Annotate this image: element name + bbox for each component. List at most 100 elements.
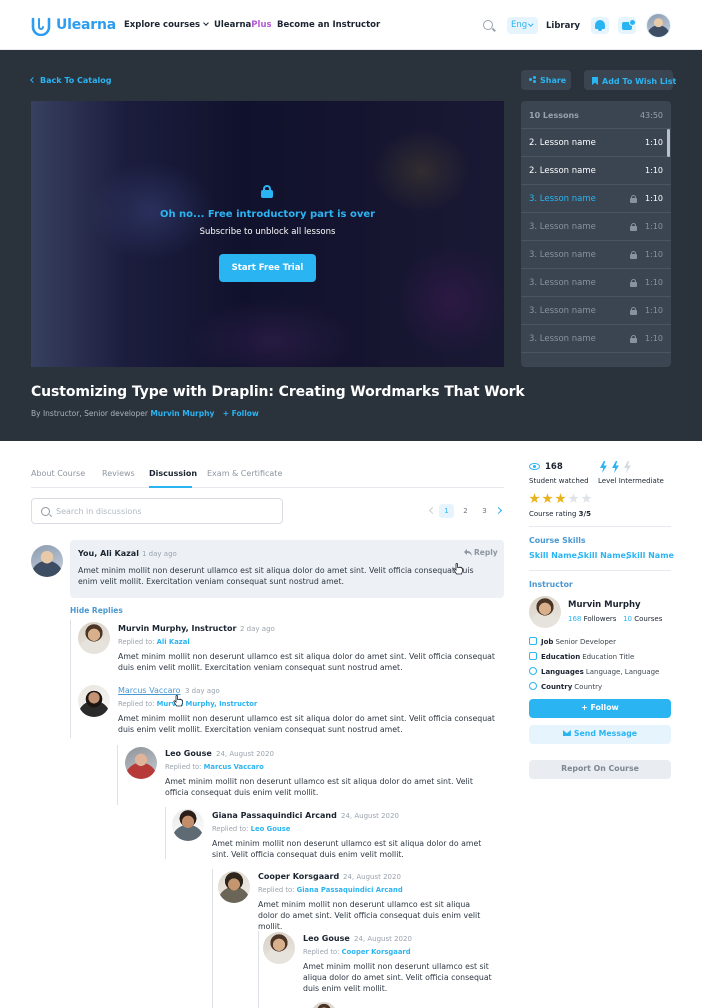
follow-instructor-link[interactable]: + Follow [223,409,259,418]
discussion-search [31,498,283,524]
lesson-name: 3. Lesson name [529,334,596,344]
lesson-row[interactable]: 3. Lesson name 1:10 [521,185,671,213]
lock-icon [630,335,637,343]
lesson-row[interactable]: 3. Lesson name 1:10 [521,213,671,241]
replied-to-label: Replied to: [118,638,155,646]
lesson-row[interactable]: 2. Lesson name 1:10 [521,129,671,157]
add-to-wishlist-button[interactable]: Add To Wish List [584,70,677,90]
skill-link[interactable]: Skill Name, [578,551,629,560]
rating-label: Course rating [529,510,577,518]
back-to-catalog-link[interactable]: Back To Catalog [30,76,111,85]
tab-about-course[interactable]: About Course [31,469,85,478]
discussion-search-input[interactable] [56,504,276,518]
explore-courses-menu[interactable]: Explore courses [124,20,209,30]
instructor-stats: 168 Followers 10 Courses [568,615,662,623]
video-player[interactable]: Oh no... Free introductory part is over … [31,101,504,367]
replied-to-link[interactable]: Cooper Korsgaard [342,948,411,956]
commenter-avatar[interactable] [311,1002,337,1008]
thread-line [165,807,166,859]
logo-icon[interactable] [31,16,51,36]
reply-author[interactable]: Giana Passaquindici Arcand [212,811,337,820]
replied-to: Replied to: Cooper Korsgaard [303,948,411,956]
tab-reviews[interactable]: Reviews [102,469,135,478]
replied-to-link[interactable]: Murvin Murphy, Instructor [157,700,258,708]
courses-count: 10 [623,615,633,623]
commenter-avatar[interactable] [78,685,110,717]
lock-icon [630,195,637,203]
sidebar-divider [529,570,671,571]
notifications-bell-icon[interactable] [591,17,609,34]
page-2[interactable]: 2 [458,504,473,518]
lesson-row[interactable]: 3. Lesson name 1:10 [521,325,671,353]
lesson-row[interactable]: 3. Lesson name 1:10 [521,297,671,325]
messages-icon[interactable] [618,17,636,34]
start-free-trial-button[interactable]: Start Free Trial [219,254,316,282]
brand-suffix: Plus [251,20,272,30]
reply-author[interactable]: Murvin Murphy, Instructor [118,624,236,633]
commenter-avatar[interactable] [263,932,295,964]
info-value: Country [574,683,603,691]
ulearna-plus-link[interactable]: UlearnaPlus [214,20,272,30]
page-1[interactable]: 1 [439,504,454,518]
lesson-row[interactable]: 3. Lesson name 1:10 [521,241,671,269]
lesson-name: 3. Lesson name [529,250,596,260]
hide-replies-link[interactable]: Hide Replies [70,606,123,615]
commenter-avatar[interactable] [172,809,204,841]
replied-to-link[interactable]: Ali Kazal [157,638,190,646]
report-course-button[interactable]: Report On Course [529,760,671,779]
tab-discussion[interactable]: Discussion [149,469,197,478]
reply-body: Amet minim mollit non deserunt ullamco e… [258,900,481,931]
logo-text[interactable]: Ulearna [56,17,116,33]
commenter-avatar[interactable] [78,622,110,654]
commenter-avatar[interactable] [31,545,63,577]
replied-to-link[interactable]: Giana Passaquindici Arcand [297,886,403,894]
info-languages: Languages Language, Language [529,666,659,676]
lesson-row[interactable]: 3. Lesson name 1:10 [521,269,671,297]
next-page-icon[interactable] [494,506,503,515]
replied-to-link[interactable]: Leo Gouse [251,825,291,833]
reply-author[interactable]: Leo Gouse [303,934,350,943]
level-bolt-icon [600,461,607,473]
rating-value: 3/5 [578,510,591,518]
language-select[interactable]: Eng [507,17,538,34]
instructor-avatar[interactable] [529,596,561,628]
lesson-duration: 1:10 [645,138,663,147]
become-instructor-link[interactable]: Become an Instructor [277,20,380,30]
courses-label: Courses [634,615,663,623]
page-3[interactable]: 3 [477,504,492,518]
lesson-playlist: 10 Lessons 43:50 2. Lesson name 1:10 2. Le… [521,101,671,367]
playlist-scrollbar[interactable] [667,129,670,157]
commenter-avatar[interactable] [125,747,157,779]
commenter-avatar[interactable] [218,871,250,903]
instructor-name[interactable]: Murvin Murphy [568,600,641,610]
skill-link[interactable]: Skill Name [626,551,674,560]
explore-courses-label: Explore courses [124,20,201,30]
reply-button[interactable]: Reply [464,548,498,557]
reply-author[interactable]: Cooper Korsgaard [258,872,339,881]
reply-author[interactable]: Marcus Vaccaro [118,686,181,695]
search-icon[interactable] [483,20,493,30]
info-value: Senior Developer [555,638,616,646]
students-watched-label: Student watched [529,477,589,485]
instructor-link[interactable]: Murvin Murphy [150,409,214,418]
skill-link[interactable]: Skill Name, [529,551,580,560]
comment-author[interactable]: You, Ali Kazal [78,549,139,558]
follow-button[interactable]: + Follow [529,699,671,718]
lock-icon [630,279,637,287]
tab-exam-certificate[interactable]: Exam & Certificate [207,469,282,478]
reply-author[interactable]: Leo Gouse [165,749,212,758]
language-value: Eng [511,20,528,30]
wishlist-label: Add To Wish List [602,77,677,86]
lesson-row[interactable]: 2. Lesson name 1:10 [521,157,671,185]
level-bolt-icon [612,461,619,473]
user-avatar[interactable] [646,13,671,38]
lesson-duration: 1:10 [645,306,663,315]
replied-to-link[interactable]: Marcus Vaccaro [204,763,264,771]
share-button[interactable]: Share [521,70,571,90]
prev-page-icon[interactable] [428,506,437,515]
replied-to: Replied to: Leo Gouse [212,825,290,833]
send-message-button[interactable]: Send Message [529,725,671,744]
lesson-duration: 1:10 [645,166,663,175]
lesson-name: 2. Lesson name [529,138,596,148]
library-link[interactable]: Library [546,21,580,31]
